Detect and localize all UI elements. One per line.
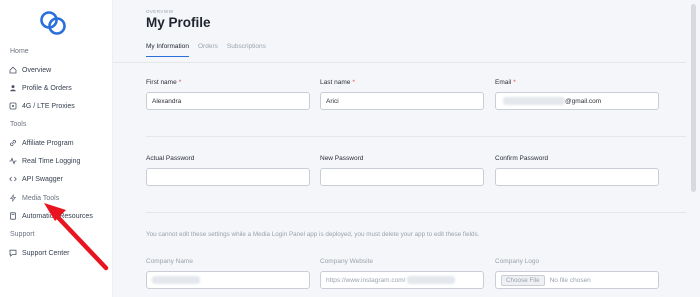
vertical-scrollbar[interactable] (686, 0, 700, 297)
company-website-label: Company Website (320, 258, 373, 265)
sidebar: Home Overview Profile & Orders 4G / LTE … (0, 0, 113, 297)
first-name-field[interactable] (146, 92, 310, 110)
page-title: My Profile (146, 15, 211, 30)
required-mark: * (352, 79, 355, 86)
choose-file-button[interactable]: Choose File (501, 274, 545, 286)
tabs-divider (113, 62, 686, 63)
tab-orders[interactable]: Orders (198, 43, 218, 57)
company-settings-note: You cannot edit these settings while a M… (146, 231, 480, 238)
tab-subscriptions[interactable]: Subscriptions (227, 43, 266, 57)
file-status: No file chosen (549, 276, 591, 284)
company-logo-file-input[interactable]: Choose File No file chosen (495, 271, 659, 289)
actual-password-field[interactable] (146, 168, 310, 186)
sidebar-item-label: 4G / LTE Proxies (22, 102, 75, 110)
company-name-label: Company Name (146, 258, 193, 265)
company-website-field[interactable]: https://www.instagram.com/ (320, 271, 484, 289)
sidebar-item-label: Profile & Orders (22, 84, 72, 92)
email-domain: @gmail.com (565, 97, 602, 105)
redacted-company-name (152, 276, 200, 284)
sidebar-item-label: API Swagger (22, 175, 63, 183)
sidebar-item-media-tools[interactable]: Media Tools (9, 192, 59, 204)
tab-my-information[interactable]: My Information (146, 43, 189, 57)
scrollbar-thumb[interactable] (691, 4, 696, 192)
house-icon (9, 66, 17, 74)
section-divider (146, 212, 686, 213)
wifi-icon (9, 102, 17, 110)
nav-heading-support: Support (10, 231, 35, 238)
sidebar-item-label: Automation Resources (22, 212, 93, 220)
sidebar-item-overview[interactable]: Overview (9, 64, 51, 76)
section-divider (146, 136, 686, 137)
link-icon (9, 139, 17, 147)
email-label: Email * (495, 79, 516, 86)
new-password-label: New Password (320, 155, 364, 162)
sidebar-item-profile-orders[interactable]: Profile & Orders (9, 82, 72, 94)
company-website-value: https://www.instagram.com/ (326, 276, 406, 284)
activity-icon (9, 157, 17, 165)
sidebar-item-label: Affiliate Program (22, 139, 74, 147)
sidebar-item-label: Media Tools (22, 194, 60, 202)
last-name-field[interactable] (320, 92, 484, 110)
chat-icon (9, 249, 17, 257)
required-mark: * (178, 79, 182, 86)
company-logo-label: Company Logo (495, 258, 540, 265)
book-icon (9, 212, 17, 220)
new-password-field[interactable] (320, 168, 484, 186)
redacted-email-user (503, 97, 565, 105)
user-icon (9, 84, 17, 92)
sidebar-item-api-swagger[interactable]: API Swagger (9, 173, 63, 185)
last-name-label: Last name * (320, 79, 355, 86)
first-name-label: First name * (146, 79, 182, 86)
nav-heading-home: Home (10, 48, 29, 55)
main-content: OVERVIEW My Profile My Information Order… (113, 0, 686, 297)
redacted-website-handle (407, 276, 456, 284)
sidebar-item-affiliate-program[interactable]: Affiliate Program (9, 137, 74, 149)
actual-password-label: Actual Password (146, 155, 195, 162)
sidebar-item-automation-resources[interactable]: Automation Resources (9, 210, 93, 222)
tab-bar: My Information Orders Subscriptions (146, 43, 275, 57)
sidebar-item-label: Real Time Logging (22, 157, 81, 165)
lightning-icon (9, 194, 17, 202)
sidebar-item-real-time-logging[interactable]: Real Time Logging (9, 155, 80, 167)
code-icon (9, 175, 17, 183)
required-mark: * (513, 79, 516, 86)
confirm-password-label: Confirm Password (495, 155, 549, 162)
breadcrumb: OVERVIEW (146, 9, 174, 14)
logo-icon[interactable] (38, 10, 68, 36)
confirm-password-field[interactable] (495, 168, 659, 186)
nav-heading-tools: Tools (10, 121, 27, 128)
sidebar-item-4g-lte-proxies[interactable]: 4G / LTE Proxies (9, 100, 75, 112)
company-name-field[interactable] (146, 271, 310, 289)
sidebar-item-label: Support Center (22, 249, 70, 257)
sidebar-item-label: Overview (22, 66, 52, 74)
sidebar-item-support-center[interactable]: Support Center (9, 247, 69, 259)
email-field[interactable]: @gmail.com (495, 92, 659, 110)
